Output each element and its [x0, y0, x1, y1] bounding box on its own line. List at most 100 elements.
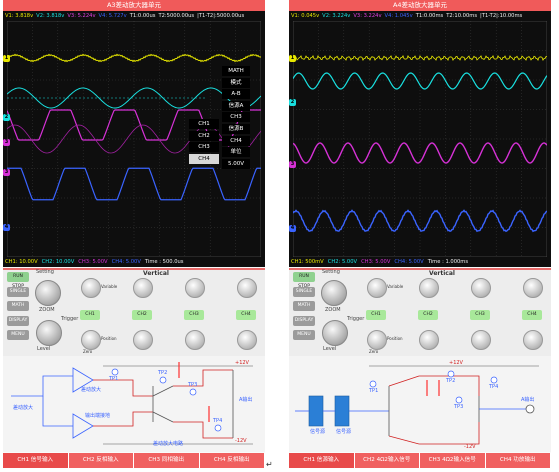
ch4-button[interactable]: CH4 [236, 310, 256, 320]
ch2-button[interactable]: CH2 [418, 310, 438, 320]
ch1-scale: CH1: 500mV [291, 259, 324, 265]
v2-readout: V2: 3.224v [322, 13, 351, 19]
ch2-position-knob[interactable] [419, 330, 439, 350]
tp1-label: TP1 [109, 376, 119, 382]
single-button[interactable]: SINGLE [293, 286, 315, 297]
neg-supply-label: -12V [235, 438, 247, 444]
tp1-label: TP1 [369, 388, 379, 394]
measurement-header: V1: 0.045v V2: 3.224v V3: 3.224v V4: 1.045v… [291, 12, 549, 20]
menu-ch4[interactable]: CH4 [222, 135, 250, 146]
menu-ch2[interactable]: CH2 [189, 130, 219, 141]
ch1-marker[interactable]: 1 [289, 55, 296, 62]
menu-source-b[interactable]: 信源B [222, 123, 250, 134]
ch1-position-knob[interactable] [367, 330, 387, 350]
tab-ch2[interactable]: CH2 反相输入 [68, 453, 134, 468]
menu-mode[interactable]: 模式 [222, 77, 250, 88]
ch2-position-knob[interactable] [133, 330, 153, 350]
oscilloscope-screen: V1: 0.045v V2: 3.224v V3: 3.224v V4: 1.045v… [289, 11, 551, 267]
output-label: A输出 [239, 397, 253, 403]
control-panel: RUN STOP SINGLE MATH DISPLAY MENU Settin… [289, 268, 551, 356]
tp4-label: TP4 [213, 418, 223, 424]
ch1-button[interactable]: CH1 [366, 310, 386, 320]
menu-value[interactable]: 5.00V [222, 158, 250, 169]
ch3-button[interactable]: CH3 [184, 310, 204, 320]
trigger-knob[interactable] [322, 320, 348, 346]
ch4-variable-knob[interactable] [237, 278, 257, 298]
ch3-marker[interactable]: 3 [3, 139, 10, 146]
ch3-offset-marker[interactable]: 3 [3, 169, 10, 176]
ch4-variable-knob[interactable] [523, 278, 543, 298]
menu-math[interactable]: MATH [222, 66, 250, 76]
tab-ch1[interactable]: CH1 信号输入 [3, 453, 69, 468]
tab-ch2[interactable]: CH2 4Ω2输入信号 [354, 453, 420, 468]
ch2-variable-knob[interactable] [133, 278, 153, 298]
ch4-scale: CH4: 5.00V [394, 259, 424, 265]
trigger-knob[interactable] [36, 320, 62, 346]
menu-source-a[interactable]: 信源A [222, 100, 250, 111]
display-button[interactable]: DISPLAY [293, 315, 315, 326]
setting-knob[interactable] [35, 280, 61, 306]
ch4-marker[interactable]: 4 [3, 224, 10, 231]
run-stop-button[interactable]: RUN STOP [7, 272, 29, 289]
v3-readout: V3: 3.224v [353, 13, 382, 19]
tab-ch3[interactable]: CH3 同相输出 [134, 453, 200, 468]
pos-supply-label: +12V [449, 360, 463, 366]
ch3-variable-knob[interactable] [471, 278, 491, 298]
ch4-position-knob[interactable] [523, 330, 543, 350]
variable-label: Variable [387, 284, 404, 289]
ch1-variable-knob[interactable] [81, 278, 101, 298]
channel-tabs: CH1 信号输入 CH2 反相输入 CH3 同相输出 CH4 反相输出 [3, 453, 265, 468]
ch3-variable-knob[interactable] [185, 278, 205, 298]
circuit-diagram: 信号源 信号源 +12V TP1 TP2 TP3 TP4 -12V A输出 [289, 356, 551, 452]
ch3-position-knob[interactable] [471, 330, 491, 350]
math-button[interactable]: MATH [293, 301, 315, 311]
ch1-button[interactable]: CH1 [80, 310, 100, 320]
v4-readout: V4: 5.727v [98, 13, 127, 19]
ch1-position-knob[interactable] [81, 330, 101, 350]
ch2-marker[interactable]: 2 [3, 114, 10, 121]
setting-label: Setting [322, 269, 340, 275]
ch3-position-knob[interactable] [185, 330, 205, 350]
circuit-label-3: 输出端接地 [85, 413, 111, 419]
ch3-marker[interactable]: 3 [289, 161, 296, 168]
menu-button[interactable]: MENU [7, 330, 29, 340]
t1-readout: T1:0.00ms [415, 13, 444, 19]
ch2-variable-knob[interactable] [419, 278, 439, 298]
run-stop-button[interactable]: RUN STOP [293, 272, 315, 289]
menu-button[interactable]: MENU [293, 330, 315, 340]
scale-footer: CH1: 500mV CH2: 5.00V CH3: 5.00V CH4: 5.00V… [291, 258, 549, 266]
menu-a-minus-b[interactable]: A-B [222, 89, 250, 100]
vertical-label: Vertical [429, 270, 455, 277]
ch1-variable-knob[interactable] [367, 278, 387, 298]
ch2-marker[interactable]: 2 [289, 99, 296, 106]
side-buttons: RUN STOP SINGLE MATH DISPLAY MENU [293, 272, 315, 345]
ch1-marker[interactable]: 1 [3, 55, 10, 62]
zoom-label: ZOOM [325, 307, 341, 313]
ch2-button[interactable]: CH2 [132, 310, 152, 320]
tab-ch4[interactable]: CH4 反相输出 [199, 453, 265, 468]
single-button[interactable]: SINGLE [7, 286, 29, 297]
tab-ch3[interactable]: CH3 4Ω2输入信号 [420, 453, 486, 468]
ch4-position-knob[interactable] [237, 330, 257, 350]
menu-ch1[interactable]: CH1 [189, 119, 219, 129]
panel-title: A3差动放大器单元 [3, 0, 265, 11]
zero-label: Zero [369, 349, 379, 354]
tab-ch4[interactable]: CH4 功放输出 [485, 453, 551, 468]
menu-ch4-selected[interactable]: CH4 [189, 153, 219, 164]
math-button[interactable]: MATH [7, 301, 29, 311]
display-button[interactable]: DISPLAY [7, 315, 29, 326]
dt-readout: |T1-T2|:10.00ms [480, 13, 523, 19]
ch1-scale: CH1: 10.00V [5, 259, 38, 265]
menu-ch3[interactable]: CH3 [222, 112, 250, 123]
zoom-label: ZOOM [39, 307, 55, 313]
ch3-button[interactable]: CH3 [470, 310, 490, 320]
v1-readout: V1: 0.045v [291, 13, 320, 19]
return-mark: ↵ [266, 460, 273, 469]
ch4-marker[interactable]: 4 [289, 225, 296, 232]
tab-ch1[interactable]: CH1 信源输入 [289, 453, 355, 468]
waveform-grid[interactable] [293, 21, 547, 257]
menu-unit[interactable]: 单位 [222, 147, 250, 158]
menu-ch3-left[interactable]: CH3 [189, 142, 219, 153]
setting-knob[interactable] [321, 280, 347, 306]
ch4-button[interactable]: CH4 [522, 310, 542, 320]
